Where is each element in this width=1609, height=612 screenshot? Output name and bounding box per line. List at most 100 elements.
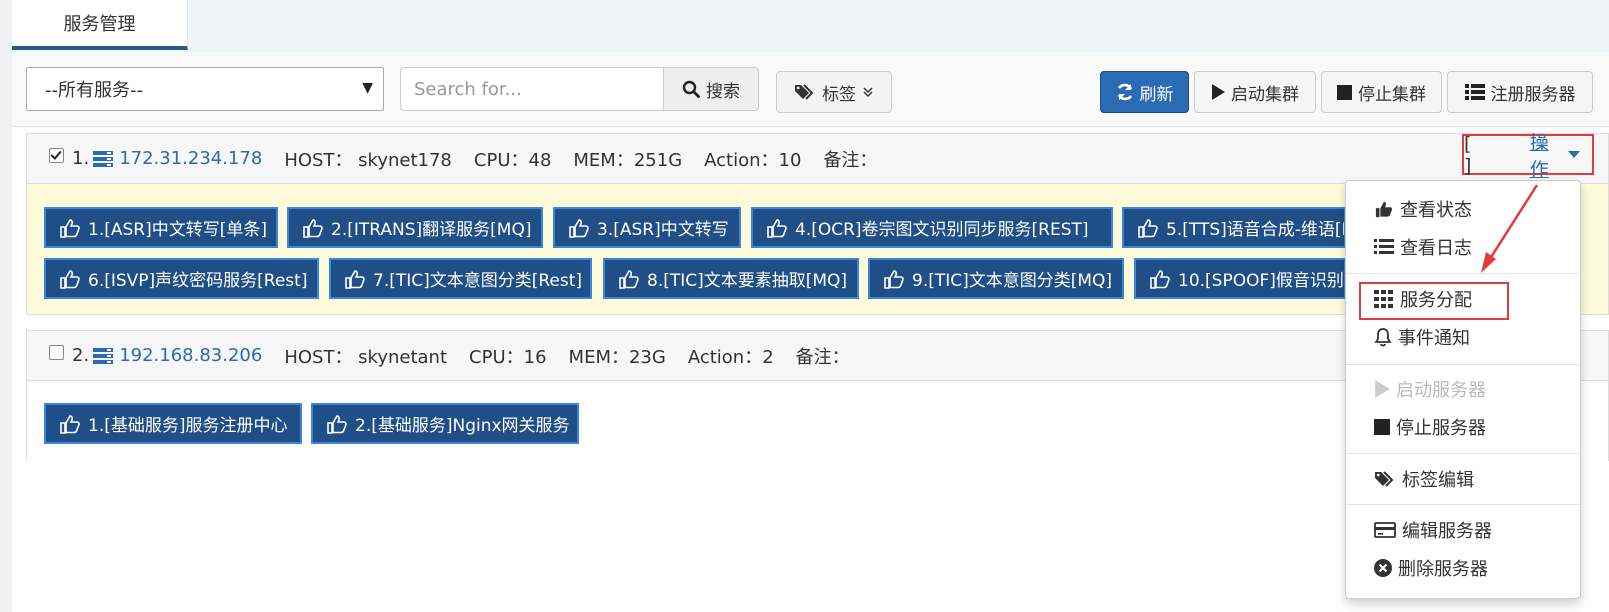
tags-dropdown-button[interactable]: 标签 <box>776 71 892 113</box>
stop-cluster-button[interactable]: 停止集群 <box>1321 71 1442 113</box>
server-mem: MEM：23G <box>568 346 666 368</box>
server-ip-link[interactable]: 172.31.234.178 <box>119 148 262 169</box>
operation-dropdown-toggle[interactable]: 操作 <box>1530 128 1580 182</box>
operation-toggle-highlight: [ ] 操作 <box>1462 132 1594 181</box>
service-label: 9.[TIC]文本意图分类[MQ] <box>912 271 1113 291</box>
thumbs-up-icon <box>569 218 589 238</box>
service-button[interactable]: 4.[OCR]卷宗图文识别同步服务[REST] <box>751 207 1113 248</box>
server-host: HOST： skynetant <box>284 346 448 368</box>
service-button[interactable]: 1.[基础服务]服务注册中心 <box>44 403 302 444</box>
card-icon <box>1374 522 1396 538</box>
service-label: 5.[TTS]语音合成-维语[Re <box>1166 220 1346 240</box>
menu-item-label: 启动服务器 <box>1396 380 1486 401</box>
thumbs-up-icon <box>345 269 365 289</box>
menu-item-delete-server[interactable]: 删除服务器 <box>1346 550 1580 586</box>
service-button[interactable]: 1.[ASR]中文转写[单条] <box>44 207 278 248</box>
server-header: 1. 172.31.234.178 HOST： skynet178 CPU：48… <box>27 134 1608 184</box>
register-server-button[interactable]: 注册服务器 <box>1447 71 1593 113</box>
service-button[interactable]: 10.[SPOOF]假音识别[M <box>1134 258 1346 299</box>
search-button[interactable]: 搜索 <box>663 67 759 111</box>
server-mem: MEM：251G <box>573 149 683 171</box>
refresh-icon <box>1117 83 1132 101</box>
thumbs-up-icon <box>1375 201 1393 218</box>
service-label: 8.[TIC]文本要素抽取[MQ] <box>647 271 848 291</box>
menu-item-edit-tags[interactable]: 标签编辑 <box>1346 461 1580 497</box>
menu-item-label: 编辑服务器 <box>1402 521 1492 542</box>
tab-bar <box>12 0 1609 53</box>
menu-item-label: 删除服务器 <box>1398 559 1488 580</box>
menu-item-view-status[interactable]: 查看状态 <box>1346 191 1580 227</box>
start-cluster-button[interactable]: 启动集群 <box>1194 71 1316 113</box>
menu-divider <box>1346 273 1580 274</box>
thumbs-up-icon <box>619 269 639 289</box>
search-icon <box>682 80 700 98</box>
menu-item-label: 事件通知 <box>1398 328 1470 349</box>
menu-item-edit-server[interactable]: 编辑服务器 <box>1346 512 1580 548</box>
service-button[interactable]: 3.[ASR]中文转写 <box>553 207 741 248</box>
service-button[interactable]: 8.[TIC]文本要素抽取[MQ] <box>603 258 859 299</box>
thumbs-up-icon <box>60 269 80 289</box>
thumbs-up-icon <box>1150 269 1170 289</box>
server-cpu: CPU：48 <box>473 149 552 171</box>
menu-highlight-box <box>1359 282 1509 320</box>
bell-icon <box>1374 328 1392 347</box>
list-icon <box>1374 239 1394 254</box>
thumbs-up-icon <box>303 218 323 238</box>
server-index: 1. <box>72 148 90 169</box>
server-icon <box>93 347 114 364</box>
service-button[interactable]: 9.[TIC]文本意图分类[MQ] <box>868 258 1124 299</box>
start-cluster-label: 启动集群 <box>1231 84 1299 105</box>
service-button[interactable]: 7.[TIC]文本意图分类[Rest] <box>329 258 592 299</box>
menu-item-event-notify[interactable]: 事件通知 <box>1346 319 1580 355</box>
thumbs-up-icon <box>60 414 80 434</box>
server-action: Action：2 <box>687 346 774 368</box>
search-input[interactable] <box>400 67 664 111</box>
tab-service-management[interactable]: 服务管理 <box>12 0 188 50</box>
select-value: --所有服务-- <box>45 80 143 101</box>
search-button-label: 搜索 <box>706 81 740 102</box>
menu-item-label: 停止服务器 <box>1396 418 1486 439</box>
tags-icon <box>795 84 814 100</box>
service-label: 10.[SPOOF]假音识别[M <box>1178 271 1344 291</box>
refresh-button[interactable]: 刷新 <box>1100 71 1189 113</box>
menu-item-label: 标签编辑 <box>1402 470 1474 491</box>
service-button[interactable]: 2.[基础服务]Nginx网关服务 <box>311 403 579 444</box>
menu-divider <box>1346 364 1580 365</box>
stop-cluster-label: 停止集群 <box>1358 84 1426 105</box>
operation-brackets: [ ] <box>1464 132 1482 177</box>
thumbs-up-icon <box>60 218 80 238</box>
operation-menu: 查看状态 查看日志 服务分配 事件通知 启动服务器 停止服务器 标签编辑 编辑服… <box>1345 180 1581 599</box>
service-button[interactable]: 6.[ISVP]声纹密码服务[Rest] <box>44 258 319 299</box>
server-icon <box>93 150 114 167</box>
select-caret-icon: ▼ <box>362 80 373 96</box>
service-button[interactable]: 5.[TTS]语音合成-维语[Re <box>1122 207 1346 248</box>
menu-item-start-server: 启动服务器 <box>1346 371 1580 407</box>
thumbs-up-icon <box>767 218 787 238</box>
server-cpu: CPU：16 <box>469 346 547 368</box>
service-label: 1.[ASR]中文转写[单条] <box>88 220 267 240</box>
server-checkbox[interactable] <box>49 345 64 360</box>
play-icon <box>1212 84 1225 100</box>
service-label: 6.[ISVP]声纹密码服务[Rest] <box>88 271 308 291</box>
menu-item-stop-server[interactable]: 停止服务器 <box>1346 409 1580 445</box>
menu-item-label: 查看日志 <box>1400 238 1472 259</box>
list-icon <box>1464 84 1485 100</box>
tab-label: 服务管理 <box>63 14 136 35</box>
service-label: 7.[TIC]文本意图分类[Rest] <box>373 271 583 291</box>
service-button[interactable]: 2.[ITRANS]翻译服务[MQ] <box>287 207 543 248</box>
server-action: Action：10 <box>704 149 802 171</box>
service-filter-select[interactable]: --所有服务-- ▼ <box>26 67 384 111</box>
menu-divider <box>1346 504 1580 505</box>
thumbs-up-icon <box>884 269 904 289</box>
service-label: 1.[基础服务]服务注册中心 <box>88 416 288 436</box>
chevron-down-icon <box>863 87 873 98</box>
left-edge <box>0 0 12 612</box>
thumbs-up-icon <box>327 414 347 434</box>
tags-button-label: 标签 <box>822 84 856 105</box>
refresh-button-label: 刷新 <box>1139 84 1174 105</box>
tags-icon <box>1375 471 1394 487</box>
menu-item-view-log[interactable]: 查看日志 <box>1346 229 1580 265</box>
server-ip-link[interactable]: 192.168.83.206 <box>119 345 262 366</box>
menu-divider <box>1346 453 1580 454</box>
server-checkbox[interactable] <box>49 148 64 163</box>
